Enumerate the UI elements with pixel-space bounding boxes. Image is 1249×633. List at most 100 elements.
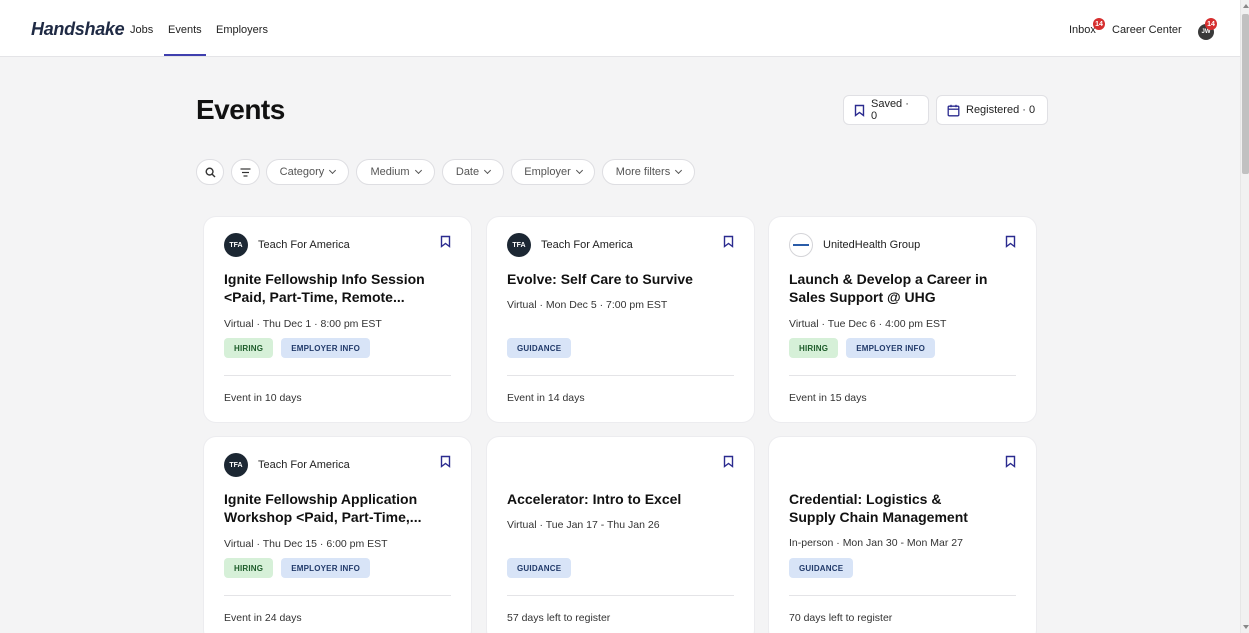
event-meta: Virtual · Tue Dec 6 · 4:00 pm EST (789, 318, 947, 330)
tag-employer-info: EMPLOYER INFO (281, 558, 371, 578)
filter-medium[interactable]: Medium (356, 159, 435, 185)
filter-date[interactable]: Date (442, 159, 504, 185)
event-title[interactable]: Ignite Fellowship Info Session <Paid, Pa… (224, 270, 454, 306)
filter-label: Medium (370, 166, 410, 178)
org-logo: TFA (507, 233, 531, 257)
event-card[interactable]: TFA Teach For America Evolve: Self Care … (487, 217, 754, 422)
nav-events[interactable]: Events (164, 24, 206, 56)
calendar-icon (947, 104, 960, 116)
divider (224, 375, 451, 376)
event-title-line: Ignite Fellowship Application (224, 491, 418, 507)
tag-group: GUIDANCE (507, 338, 572, 358)
handshake-logo[interactable]: Handshake (31, 19, 125, 40)
divider (224, 595, 451, 596)
tag-hiring: HIRING (224, 338, 274, 358)
org-logo: TFA (224, 233, 248, 257)
tag-group: HIRING EMPLOYER INFO (224, 338, 371, 358)
avatar-badge: 14 (1205, 18, 1217, 30)
event-card[interactable]: Accelerator: Intro to Excel Virtual · Tu… (487, 437, 754, 633)
divider (789, 375, 1016, 376)
bookmark-icon[interactable] (723, 235, 734, 248)
event-title-line: Supply Chain Management (789, 509, 968, 525)
bookmark-icon[interactable] (440, 235, 451, 248)
tag-guidance: GUIDANCE (507, 338, 572, 358)
filter-label: Category (279, 166, 325, 178)
event-card[interactable]: UnitedHealth Group Launch & Develop a Ca… (769, 217, 1036, 422)
filter-employer[interactable]: Employer (511, 159, 595, 185)
inbox-badge: 14 (1093, 18, 1105, 30)
bookmark-icon[interactable] (723, 455, 734, 468)
scroll-down-icon[interactable] (1243, 625, 1249, 629)
saved-button[interactable]: Saved · 0 (843, 95, 929, 125)
event-footer: 70 days left to register (789, 612, 893, 624)
sort-icon (240, 167, 251, 177)
sort-button[interactable] (231, 159, 260, 185)
event-title[interactable]: Evolve: Self Care to Survive (507, 270, 737, 288)
event-title[interactable]: Accelerator: Intro to Excel (507, 490, 737, 508)
org-logo: TFA (224, 453, 248, 477)
filter-category[interactable]: Category (266, 159, 349, 185)
search-button[interactable] (196, 159, 224, 185)
event-meta: Virtual · Mon Dec 5 · 7:00 pm EST (507, 299, 668, 311)
nav-employers[interactable]: Employers (216, 24, 268, 36)
event-title-line: Evolve: Self Care to Survive (507, 271, 693, 287)
filter-label: More filters (615, 166, 671, 178)
filter-label: Employer (524, 166, 571, 178)
tag-group: HIRING EMPLOYER INFO (789, 338, 936, 358)
tag-group: HIRING EMPLOYER INFO (224, 558, 371, 578)
filter-label: Date (455, 166, 480, 178)
event-title-line: Launch & Develop a Career in (789, 271, 988, 287)
filter-more[interactable]: More filters (602, 159, 695, 185)
bookmark-icon[interactable] (1005, 235, 1016, 248)
nav-jobs[interactable]: Jobs (130, 24, 153, 36)
chevron-down-icon (414, 166, 422, 175)
event-footer: Event in 10 days (224, 392, 302, 404)
search-icon (204, 166, 215, 177)
tag-employer-info: EMPLOYER INFO (281, 338, 371, 358)
bookmark-icon[interactable] (1005, 455, 1016, 468)
event-title[interactable]: Launch & Develop a Career in Sales Suppo… (789, 270, 1019, 306)
org-logo (789, 233, 813, 257)
event-card[interactable]: Credential: Logistics & Supply Chain Man… (769, 437, 1036, 633)
event-title-line: <Paid, Part-Time, Remote... (224, 289, 405, 305)
event-meta: In-person · Mon Jan 30 - Mon Mar 27 (789, 537, 963, 549)
divider (789, 595, 1016, 596)
inbox-link[interactable]: Inbox (1069, 24, 1096, 36)
tag-guidance: GUIDANCE (507, 558, 572, 578)
career-center-link[interactable]: Career Center (1112, 24, 1182, 36)
org-name[interactable]: Teach For America (258, 459, 350, 471)
event-card[interactable]: TFA Teach For America Ignite Fellowship … (204, 217, 471, 422)
org-name[interactable]: Teach For America (541, 239, 633, 251)
event-title-line: Workshop <Paid, Part-Time,... (224, 509, 422, 525)
event-title-line: Accelerator: Intro to Excel (507, 491, 682, 507)
chevron-down-icon (675, 166, 683, 175)
registered-label: Registered · 0 (966, 104, 1036, 116)
event-title[interactable]: Ignite Fellowship Application Workshop <… (224, 490, 454, 526)
registered-button[interactable]: Registered · 0 (936, 95, 1048, 125)
event-title-line: Ignite Fellowship Info Session (224, 271, 425, 287)
chevron-down-icon (484, 166, 492, 175)
event-footer: Event in 14 days (507, 392, 585, 404)
event-title-line: Sales Support @ UHG (789, 289, 936, 305)
event-title[interactable]: Credential: Logistics & Supply Chain Man… (789, 490, 1019, 526)
scrollbar[interactable] (1240, 0, 1249, 633)
scroll-thumb[interactable] (1242, 14, 1249, 174)
chevron-down-icon (575, 166, 583, 175)
tag-group: GUIDANCE (789, 558, 854, 578)
tag-hiring: HIRING (789, 338, 839, 358)
scroll-up-icon[interactable] (1243, 4, 1249, 8)
tag-group: GUIDANCE (507, 558, 572, 578)
event-meta: Virtual · Thu Dec 15 · 6:00 pm EST (224, 538, 388, 550)
bookmark-icon (854, 104, 865, 117)
org-name[interactable]: UnitedHealth Group (823, 239, 920, 251)
event-footer: Event in 24 days (224, 612, 302, 624)
saved-label: Saved · 0 (870, 98, 909, 122)
bookmark-icon[interactable] (440, 455, 451, 468)
event-card[interactable]: TFA Teach For America Ignite Fellowship … (204, 437, 471, 633)
page-title: Events (196, 94, 285, 125)
org-name[interactable]: Teach For America (258, 239, 350, 251)
divider (507, 595, 734, 596)
tag-guidance: GUIDANCE (789, 558, 854, 578)
tag-hiring: HIRING (224, 558, 274, 578)
chevron-down-icon (329, 166, 337, 175)
